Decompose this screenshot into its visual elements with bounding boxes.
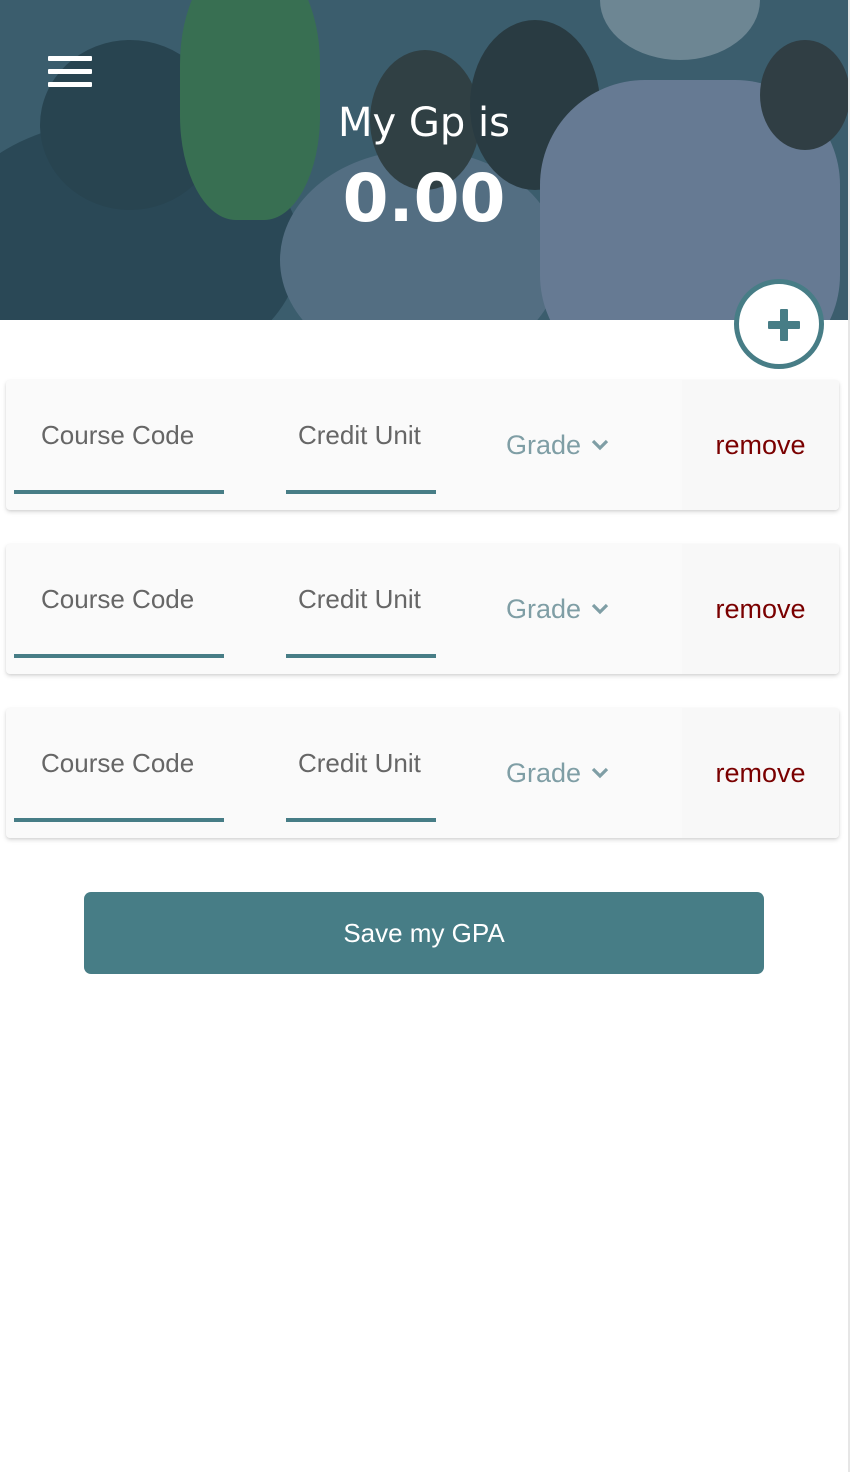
course-row: Grade remove [6, 380, 839, 510]
remove-button[interactable]: remove [682, 380, 839, 510]
grade-select[interactable]: Grade [506, 591, 609, 627]
credit-unit-input[interactable] [286, 544, 436, 658]
course-row: Grade remove [6, 708, 839, 838]
course-code-input[interactable] [14, 380, 224, 494]
remove-button[interactable]: remove [682, 544, 839, 674]
chevron-down-icon [591, 439, 609, 451]
credit-unit-input[interactable] [286, 380, 436, 494]
chevron-down-icon [591, 603, 609, 615]
grade-label: Grade [506, 593, 582, 624]
grade-select[interactable]: Grade [506, 427, 609, 463]
add-course-button[interactable] [734, 279, 824, 369]
plus-icon [780, 309, 788, 341]
hero-banner: My Gp is 0.00 [0, 0, 848, 320]
grade-label: Grade [506, 429, 582, 460]
save-gpa-button[interactable]: Save my GPA [84, 892, 764, 974]
gp-title: My Gp is [338, 100, 510, 146]
course-row: Grade remove [6, 544, 839, 674]
gp-value: 0.00 [342, 160, 506, 237]
chevron-down-icon [591, 767, 609, 779]
remove-button[interactable]: remove [682, 708, 839, 838]
course-code-input[interactable] [14, 708, 224, 822]
hamburger-menu-icon[interactable] [48, 56, 92, 88]
grade-label: Grade [506, 757, 582, 788]
grade-select[interactable]: Grade [506, 755, 609, 791]
credit-unit-input[interactable] [286, 708, 436, 822]
course-code-input[interactable] [14, 544, 224, 658]
gpa-calculator-page: My Gp is 0.00 Grade remove Grade remove … [0, 0, 850, 1472]
